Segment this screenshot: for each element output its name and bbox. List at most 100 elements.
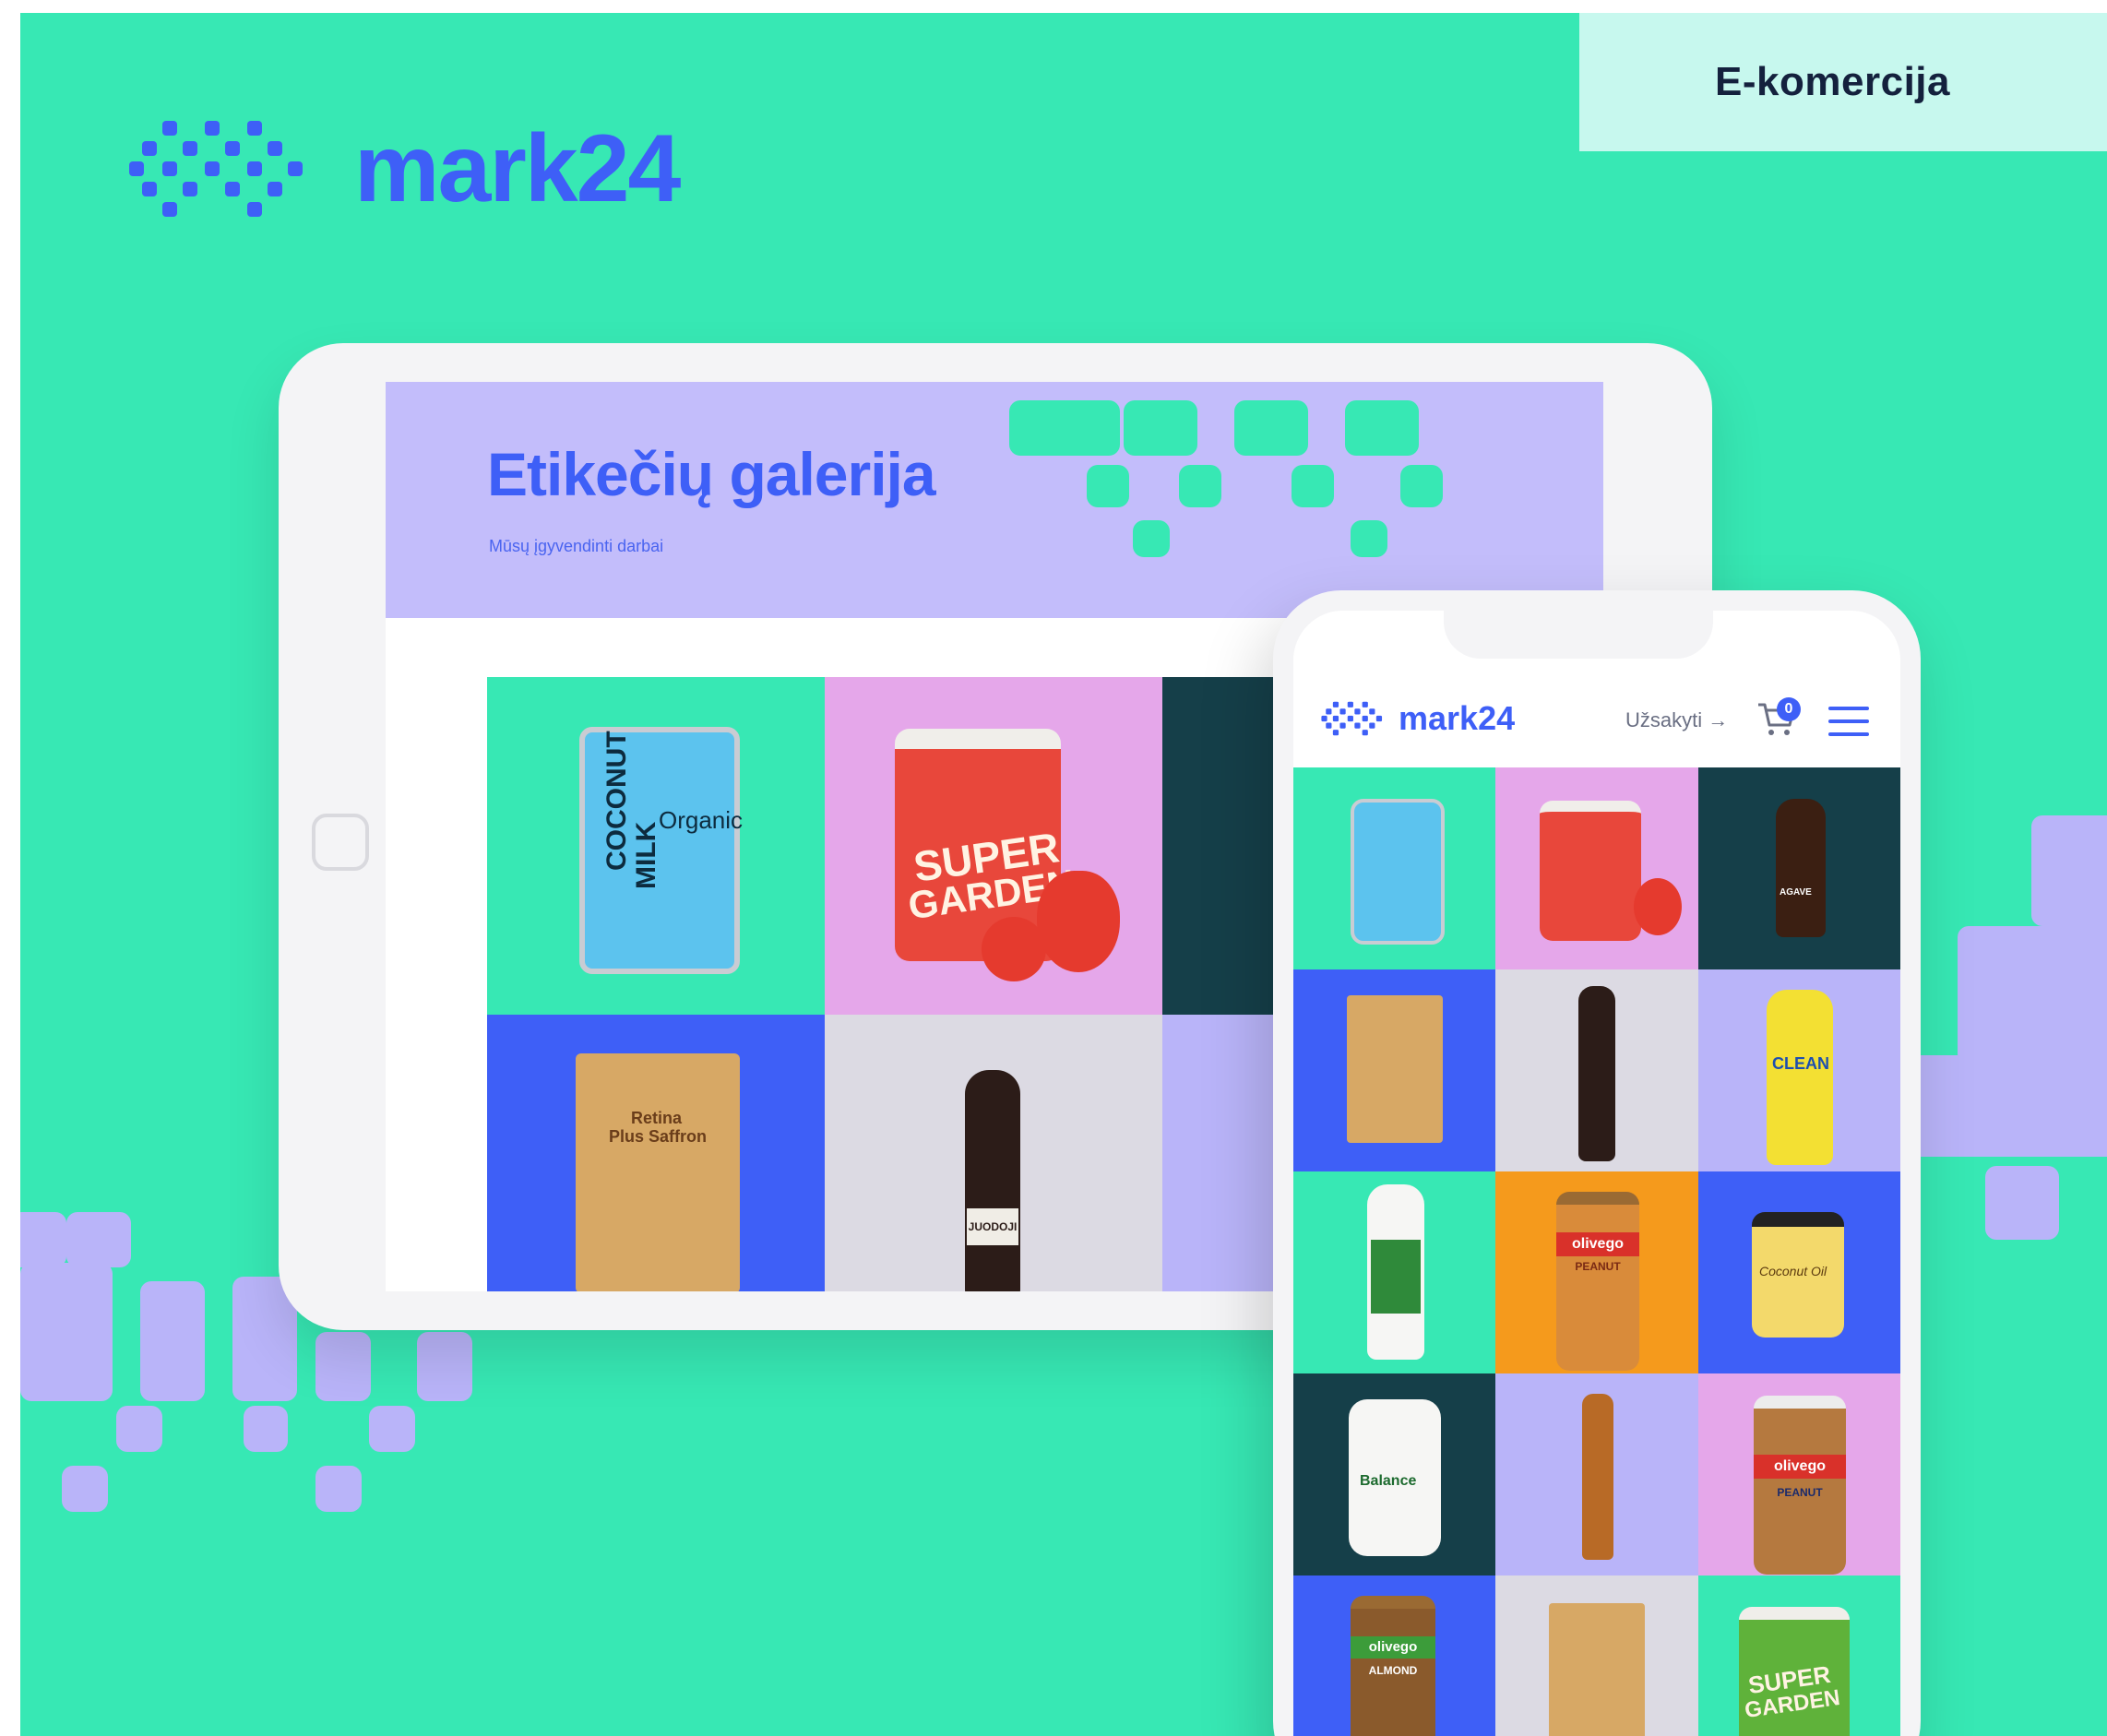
milk-bottle — [1367, 1184, 1424, 1360]
hero-pixel — [1124, 400, 1197, 456]
olivego-peanut-jar-2: olivego PEANUT — [1754, 1396, 1846, 1575]
hero-pixel — [1133, 520, 1170, 557]
agave-bottle: AGAVE — [1776, 799, 1826, 937]
hero-pixel — [1400, 465, 1443, 507]
retina-saffron-pouch — [1347, 995, 1443, 1143]
beer-bottle — [1582, 1394, 1613, 1560]
gallery-tile-coconut-milk[interactable]: COCONUT MILK Organic — [487, 677, 825, 1015]
hero-canvas: E-komercija mark24 Etikečių galerija Mūs… — [20, 13, 2107, 1736]
phone-tile-olivego-peanut[interactable]: olivego PEANUT — [1495, 1171, 1698, 1373]
pixel-block — [140, 1281, 205, 1401]
product-label: PEANUT — [1777, 1486, 1823, 1499]
order-link[interactable]: Užsakyti → — [1625, 708, 1728, 732]
phone-tile-agave[interactable]: AGAVE — [1698, 767, 1900, 969]
mark24-logo-icon — [129, 120, 303, 217]
gallery-tile-dark-beer[interactable]: JUODOJI — [825, 1015, 1162, 1291]
product-label: Organic — [659, 806, 744, 834]
pouch — [1549, 1603, 1645, 1736]
phone-tile-balance-soap[interactable]: Balance — [1293, 1373, 1495, 1575]
hamburger-icon[interactable] — [1828, 707, 1869, 736]
pixel-block — [315, 1332, 371, 1401]
cart-count-badge: 0 — [1777, 697, 1801, 721]
pixel-block — [2031, 815, 2107, 926]
strawberry-shape — [1634, 878, 1682, 935]
product-label: ALMOND — [1368, 1664, 1418, 1677]
phone-tile-super-garden[interactable] — [1495, 767, 1698, 969]
super-garden-jar — [1540, 801, 1641, 941]
pixel-block — [1985, 1166, 2059, 1240]
product-label: olivego — [1556, 1232, 1639, 1256]
category-tag-label: E-komercija — [1715, 59, 1950, 104]
hero-pixel — [1345, 400, 1419, 456]
pixel-block — [1893, 1055, 2107, 1157]
category-tag: E-komercija — [1579, 13, 2107, 151]
phone-tile-dark-beer[interactable] — [1495, 969, 1698, 1171]
phone-screen: mark24 Užsakyti → 0 AGAVE CLEAN olivego … — [1293, 611, 1900, 1736]
hero-pixel — [1087, 465, 1129, 507]
product-label: MILK — [631, 821, 661, 889]
olivego-almond-jar: olivego ALMOND — [1351, 1596, 1435, 1736]
product-label: Balance — [1360, 1473, 1417, 1489]
hero-pixel — [1179, 465, 1221, 507]
hero-pixel — [1292, 465, 1334, 507]
phone-tile-pouch[interactable] — [1495, 1575, 1698, 1736]
strawberry-shape — [1037, 871, 1120, 972]
retina-saffron-pouch: Retina Plus Saffron — [576, 1053, 740, 1291]
hero-pixel — [1009, 400, 1120, 456]
gallery-tile-retina-saffron[interactable]: Retina Plus Saffron — [487, 1015, 825, 1291]
pixel-block — [20, 1263, 113, 1401]
clean-bottle: CLEAN — [1767, 990, 1833, 1165]
strawberry-shape — [982, 917, 1046, 981]
pixel-block — [62, 1466, 108, 1512]
product-label: AGAVE — [1780, 887, 1812, 898]
gallery-title: Etikečių galerija — [487, 440, 936, 508]
phone-tile-olivego-peanut-2[interactable]: olivego PEANUT — [1698, 1373, 1900, 1575]
milk-label — [1371, 1240, 1421, 1314]
phone-tile-clean[interactable]: CLEAN — [1698, 969, 1900, 1171]
balance-soap: Balance — [1349, 1399, 1441, 1556]
pixel-block — [417, 1332, 472, 1401]
phone-tile-olivego-almond[interactable]: olivego ALMOND — [1293, 1575, 1495, 1736]
phone-tile-super-garden-2[interactable]: SUPER GARDEN — [1698, 1575, 1900, 1736]
product-label: olivego — [1754, 1455, 1846, 1479]
hero-pixel — [1234, 400, 1308, 456]
tablet-home-button — [312, 814, 369, 871]
coconut-milk-can — [1351, 799, 1445, 945]
olivego-peanut-jar: olivego PEANUT — [1556, 1192, 1639, 1371]
product-label: olivego — [1351, 1636, 1435, 1659]
pixel-block — [1958, 926, 2107, 1064]
product-label: PEANUT — [1575, 1260, 1621, 1273]
hero-pixel — [1351, 520, 1387, 557]
mark24-logo-icon — [1321, 701, 1383, 736]
brand-name: mark24 — [354, 115, 681, 222]
gallery-subtitle: Mūsų įgyvendinti darbai — [489, 537, 664, 555]
phone-logo-text: mark24 — [1399, 699, 1516, 737]
coconut-milk-can: COCONUT MILK Organic — [579, 727, 744, 974]
super-garden-jar-2: SUPER GARDEN — [1739, 1607, 1850, 1736]
pixel-block — [116, 1406, 162, 1452]
pixel-block — [315, 1466, 362, 1512]
phone-tile-milk[interactable] — [1293, 1171, 1495, 1373]
pixel-block — [20, 1212, 66, 1267]
product-label: CLEAN — [1772, 1054, 1829, 1073]
phone-mockup: mark24 Užsakyti → 0 AGAVE CLEAN olivego … — [1273, 590, 1921, 1736]
product-label: Retina — [631, 1109, 683, 1127]
dark-beer-bottle: JUODOJI — [965, 1070, 1020, 1291]
brand-logo: mark24 — [129, 114, 681, 224]
pixel-block — [369, 1406, 415, 1452]
product-label: Plus Saffron — [609, 1127, 708, 1146]
gallery-hero: Etikečių galerija Mūsų įgyvendinti darba… — [386, 382, 1603, 618]
phone-notch — [1444, 590, 1713, 659]
phone-tile-coconut-oil[interactable]: Coconut Oil — [1698, 1171, 1900, 1373]
phone-tile-coconut-milk[interactable] — [1293, 767, 1495, 969]
product-label: COCONUT — [601, 731, 632, 871]
gallery-tile-super-garden[interactable]: SUPER GARDEN — [825, 677, 1162, 1015]
phone-tile-beer[interactable] — [1495, 1373, 1698, 1575]
phone-tile-retina-saffron[interactable] — [1293, 969, 1495, 1171]
product-label: Coconut Oil — [1759, 1264, 1827, 1278]
coconut-oil-jar: Coconut Oil — [1752, 1212, 1844, 1338]
product-label: JUODOJI — [967, 1208, 1018, 1245]
dark-beer-bottle — [1578, 986, 1615, 1161]
pixel-block — [66, 1212, 131, 1267]
phone-logo[interactable]: mark24 — [1321, 699, 1515, 738]
